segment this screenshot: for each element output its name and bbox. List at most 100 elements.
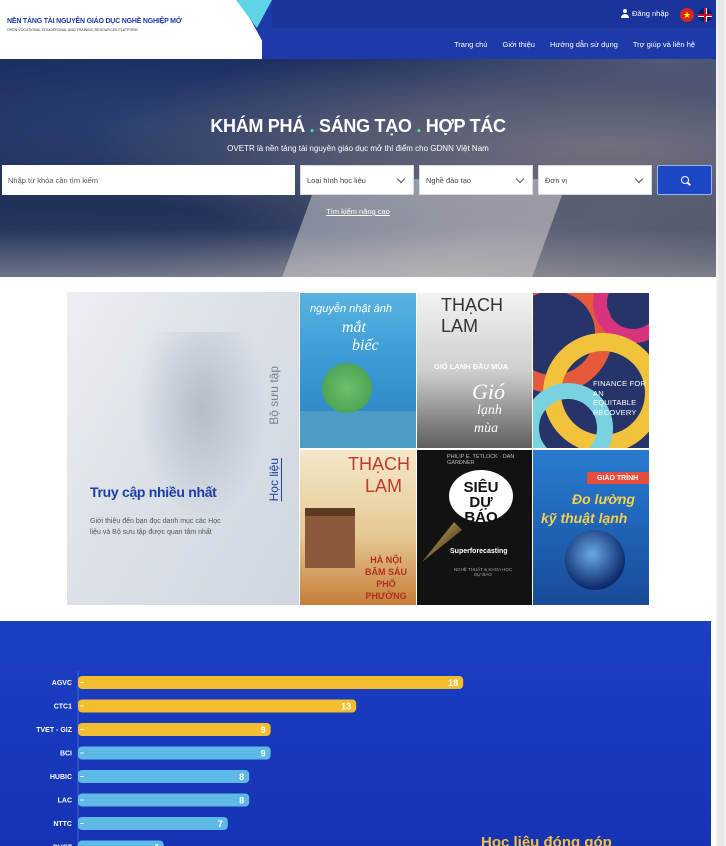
book-title: HÀ NỘI BĂM SÁU PHỐ PHƯỜNG: [365, 555, 407, 601]
book-subtitle: Superforecasting: [450, 548, 508, 555]
nav-guide[interactable]: Hướng dẫn sử dụng: [550, 40, 618, 49]
chart-value-label: 8: [239, 796, 244, 806]
user-icon: [620, 9, 629, 18]
chart-value-label: 8: [239, 772, 244, 782]
contributions-bar-chart: AGVC 18 CTC1 13 TVET - GIZ 9 BCI 9 HUBIC 8 LAC 8 NTT…: [36, 671, 464, 846]
chart-bar[interactable]: [78, 746, 271, 760]
book-title: Đo lường: [572, 491, 635, 507]
featured-description: Giới thiệu đến bạn đọc danh mục các Học …: [90, 518, 221, 536]
book-cover-gio-lanh-dau-mua[interactable]: THẠCH LAM GIÓ LẠNH ĐẦU MÙA Gió lạnh mùa: [417, 293, 532, 448]
chart-bar[interactable]: [78, 699, 357, 713]
chart-category-label: BCI: [60, 751, 72, 758]
chart-value-label: 9: [261, 749, 266, 759]
chart-value-label: 4: [154, 843, 159, 846]
search-input[interactable]: [2, 165, 295, 195]
featured-panel: Truy cập nhiều nhất Giới thiệu đến bạn đ…: [67, 292, 299, 605]
book-title: SIÊU DỰ BÁO: [463, 479, 499, 526]
hero-banner: KHÁM PHÁ . SÁNG TẠO . HỢP TÁC OVETR là n…: [0, 59, 716, 277]
book-cover-art: [422, 522, 462, 562]
book-cover-art: [565, 530, 625, 590]
training-major-select[interactable]: Nghề đào tạo: [419, 165, 533, 195]
hero-title-part: SÁNG TẠO: [319, 116, 412, 136]
book-title: kỹ thuật lạnh: [541, 510, 628, 526]
book-cover-finance-recovery[interactable]: FINANCE FOR AN EQUITABLE RECOVERY: [533, 293, 649, 448]
search-icon: [681, 176, 689, 184]
training-major-select-value: Nghề đào tạo: [426, 175, 472, 185]
book-cover-mat-biec[interactable]: nguyễn nhật ánh mắt biếc: [300, 293, 416, 448]
chart-value-label: 18: [448, 678, 458, 688]
chart-value-label: 7: [218, 819, 223, 829]
chart-category-label: LAC: [58, 798, 72, 805]
chevron-down-icon: [515, 174, 525, 184]
book-author: PHILIP E. TETLOCK · DAN GARDNER: [447, 454, 515, 466]
book-tag: GIÁO TRÌNH: [597, 475, 639, 482]
vietnam-flag-icon[interactable]: ★: [680, 8, 694, 22]
header: NỀN TẢNG TÀI NGUYÊN GIÁO DỤC NGHỀ NGHIỆP…: [0, 0, 716, 59]
unit-select-value: Đơn vị: [545, 175, 568, 185]
book-author: nguyễn nhật ánh: [310, 303, 392, 315]
book-title: mùa: [474, 421, 499, 436]
hero-title-dot: .: [416, 116, 422, 136]
advanced-search-link: Tìm kiếm nâng cao: [0, 207, 716, 216]
login-label: Đăng nhập: [632, 9, 669, 18]
book-title: biếc: [352, 337, 379, 354]
book-cover-sieu-du-bao[interactable]: PHILIP E. TETLOCK · DAN GARDNER SIÊU DỰ …: [417, 450, 532, 605]
hero-subtitle: OVETR là nền tảng tài nguyên giáo dục mở…: [227, 144, 489, 153]
book-cover-art: [322, 363, 372, 413]
chart-category-label: NTTC: [53, 821, 72, 828]
chart-value-label: 9: [261, 725, 266, 735]
chart-category-label: TVET - GIZ: [36, 727, 73, 734]
book-subtitle: GIÓ LẠNH ĐẦU MÙA: [434, 362, 509, 371]
book-cover-art: [305, 508, 355, 568]
book-cover-do-luong-ky-thuat-lanh[interactable]: GIÁO TRÌNH Đo lường kỹ thuật lạnh: [533, 450, 649, 605]
chart-bar[interactable]: [78, 723, 271, 736]
main-nav: Trang chủ Giới thiệu Hướng dẫn sử dụng T…: [454, 40, 710, 49]
book-author: THẠCH LAM: [441, 295, 503, 336]
hero-title-part: HỢP TÁC: [425, 116, 506, 136]
uk-flag-icon[interactable]: [698, 8, 712, 22]
book-cover-art: [300, 411, 416, 448]
chart-category-label: CTC1: [54, 704, 72, 711]
unit-select[interactable]: Đơn vị: [538, 165, 652, 195]
scrollbar-thumb[interactable]: [718, 0, 724, 846]
chart-bar[interactable]: [78, 840, 164, 846]
tab-materials[interactable]: Học liệu: [267, 458, 281, 501]
chart-bar[interactable]: [78, 793, 250, 807]
book-title: mắt: [342, 319, 366, 336]
book-title: lạnh: [477, 403, 502, 418]
chart-bar[interactable]: [78, 817, 228, 830]
book-author: THẠCH: [348, 454, 410, 474]
nav-help-contact[interactable]: Trợ giúp và liên hệ: [633, 40, 695, 49]
chevron-down-icon: [634, 174, 644, 184]
chart-bar[interactable]: [78, 676, 464, 689]
material-type-select-value: Loại hình học liệu: [307, 175, 366, 185]
material-type-select[interactable]: Loại hình học liệu: [300, 165, 414, 195]
book-tagline: NGHỆ THUẬT & KHOA HỌC DỰ BÁO: [453, 567, 513, 577]
nav-about[interactable]: Giới thiệu: [503, 40, 535, 49]
login-link[interactable]: Đăng nhập: [620, 9, 669, 18]
featured-title: Truy cập nhiều nhất: [90, 484, 217, 500]
chevron-down-icon: [396, 174, 406, 184]
chart-value-label: 13: [341, 702, 351, 712]
hero-background-desk: [0, 229, 716, 277]
search-button[interactable]: [657, 165, 712, 195]
logo[interactable]: NỀN TẢNG TÀI NGUYÊN GIÁO DỤC NGHỀ NGHIỆP…: [0, 0, 262, 59]
hero-title-dot: .: [309, 116, 315, 136]
page: NỀN TẢNG TÀI NGUYÊN GIÁO DỤC NGHỀ NGHIỆP…: [0, 0, 726, 846]
book-cover-ha-noi-bam-sau-pho-phuong[interactable]: THẠCH LAM HÀ NỘI BĂM SÁU PHỐ PHƯỜNG: [300, 450, 416, 605]
chart-category-label: HUBIC: [50, 774, 72, 781]
hero-title-part: KHÁM PHÁ: [210, 116, 305, 136]
hero-title: KHÁM PHÁ . SÁNG TẠO . HỢP TÁC: [0, 116, 716, 137]
book-title: Gió: [472, 379, 505, 404]
chart-category-label: AGVC: [52, 680, 72, 687]
logo-subtitle: OPEN VOCATIONAL EDUCATIONAL AND TRAINING…: [7, 28, 138, 32]
chart-bar[interactable]: [78, 770, 250, 783]
book-title: FINANCE FOR AN EQUITABLE RECOVERY: [593, 379, 647, 417]
book-author: LAM: [365, 476, 403, 496]
logo-title[interactable]: NỀN TẢNG TÀI NGUYÊN GIÁO DỤC NGHỀ NGHIỆP…: [7, 18, 182, 25]
contributions-section: AGVC 18 CTC1 13 TVET - GIZ 9 BCI 9 HUBIC 8 LAC 8 NTT…: [0, 621, 711, 846]
contributions-title: Học liệu đóng góp: [481, 834, 612, 846]
advanced-search-label[interactable]: Tìm kiếm nâng cao: [326, 207, 390, 216]
tab-collections[interactable]: Bộ sưu tập: [267, 366, 281, 425]
nav-home[interactable]: Trang chủ: [454, 40, 488, 49]
